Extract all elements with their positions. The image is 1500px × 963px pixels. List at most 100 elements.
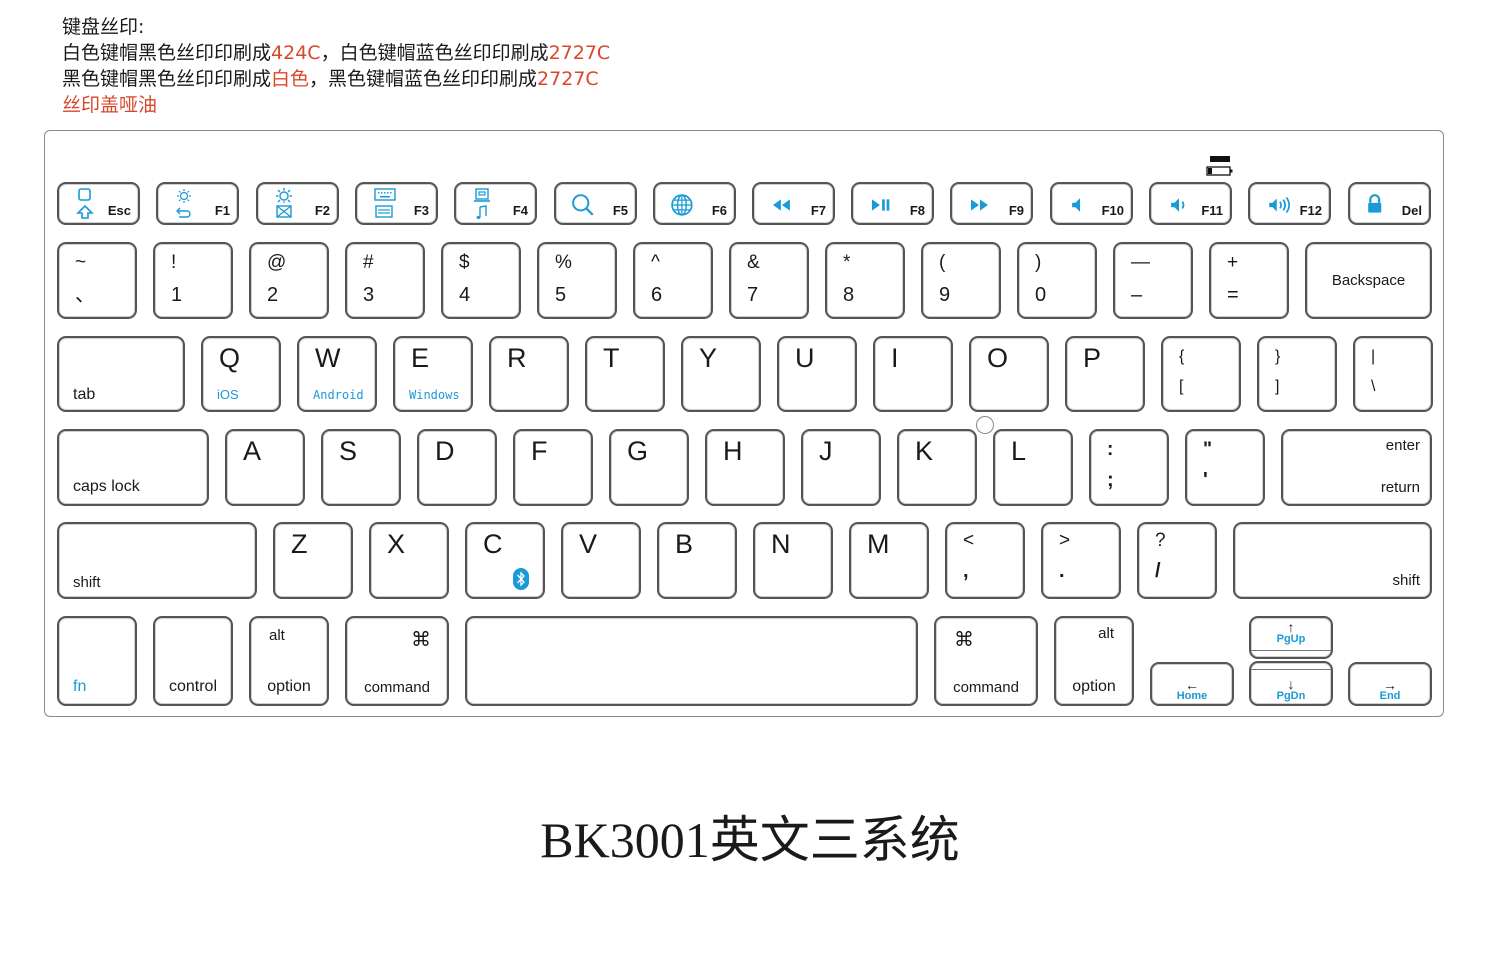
key-l[interactable]: L	[993, 429, 1073, 506]
key-f10[interactable]: F10	[1050, 182, 1133, 225]
key-shift-left[interactable]: shift	[57, 522, 257, 599]
key-f1[interactable]: F1	[156, 182, 239, 225]
key-main-label: 1	[171, 284, 183, 306]
key-main-label: 0	[1035, 284, 1047, 306]
key-num-9[interactable]: (9	[921, 242, 1001, 319]
key-space[interactable]	[465, 616, 918, 706]
key-option-left[interactable]: alt option	[249, 616, 329, 706]
key-num-7[interactable]: & 7	[729, 242, 809, 319]
key-num-11[interactable]: — –	[1113, 242, 1193, 319]
fast-forward-icon	[971, 199, 988, 211]
key-letter: Q	[219, 343, 241, 373]
key-f12[interactable]: F12	[1248, 182, 1331, 225]
key-d[interactable]: D	[417, 429, 497, 506]
key-m[interactable]: M	[849, 522, 929, 599]
key-page-down[interactable]: ↓ PgDn	[1249, 661, 1333, 706]
key-f2[interactable]: F2	[256, 182, 339, 225]
key-f7[interactable]: F7	[752, 182, 835, 225]
key-label: shift	[73, 574, 101, 591]
key-tab[interactable]: tab	[57, 336, 185, 412]
key-bracket-0[interactable]: {[	[1161, 336, 1241, 412]
key-f5[interactable]: F5	[554, 182, 637, 225]
volume-mute-icon	[1072, 198, 1080, 212]
key-w[interactable]: W Android	[297, 336, 377, 412]
key-f8[interactable]: F8	[851, 182, 934, 225]
key-label: F9	[1008, 203, 1024, 218]
key-label: alt	[269, 627, 285, 644]
key-q[interactable]: QiOS	[201, 336, 281, 412]
key-num-1[interactable]: ! 1	[153, 242, 233, 319]
key-command-left[interactable]: ⌘ command	[345, 616, 449, 706]
key-main-label: 2	[267, 284, 279, 306]
key-v[interactable]: V	[561, 522, 641, 599]
key-label: F4	[512, 203, 528, 218]
key-i[interactable]: I	[873, 336, 953, 412]
key-g[interactable]: G	[609, 429, 689, 506]
key-b[interactable]: B	[657, 522, 737, 599]
key-s[interactable]: S	[321, 429, 401, 506]
key-f3[interactable]: F3	[355, 182, 438, 225]
key-o[interactable]: O	[969, 336, 1049, 412]
key-f9[interactable]: F9	[950, 182, 1033, 225]
key-e[interactable]: E Windows	[393, 336, 473, 412]
key-y[interactable]: Y	[681, 336, 761, 412]
key-p[interactable]: P	[1065, 336, 1145, 412]
key-n[interactable]: N	[753, 522, 833, 599]
key-punct-b0[interactable]: <,	[945, 522, 1025, 599]
key-label: option	[267, 678, 311, 695]
key-letter: D	[435, 436, 455, 466]
key-option-right[interactable]: alt option	[1054, 616, 1134, 706]
key-num-2[interactable]: @2	[249, 242, 329, 319]
key-a[interactable]: A	[225, 429, 305, 506]
volume-down-icon	[1171, 198, 1185, 212]
key-fn[interactable]: fn	[57, 616, 137, 706]
key-control[interactable]: control	[153, 616, 233, 706]
key-label: Esc	[107, 203, 131, 218]
key-punct-b2[interactable]: ? /	[1137, 522, 1217, 599]
key-punct-b1[interactable]: >.	[1041, 522, 1121, 599]
key-num-6[interactable]: ^ 6	[633, 242, 713, 319]
key-num-5[interactable]: % 5	[537, 242, 617, 319]
key-h[interactable]: H	[705, 429, 785, 506]
key-letter: X	[387, 529, 406, 559]
key-u[interactable]: U	[777, 336, 857, 412]
key-main-label: .	[1059, 560, 1065, 582]
key-caps-lock[interactable]: caps lock	[57, 429, 209, 506]
key-home[interactable]: ← Home	[1150, 662, 1234, 706]
key-punct-1[interactable]: " '	[1185, 429, 1265, 506]
key-f6[interactable]: F6	[653, 182, 736, 225]
key-punct-0[interactable]: :;	[1089, 429, 1169, 506]
key-num-0[interactable]: ~、	[57, 242, 137, 319]
key-del[interactable]: Del	[1348, 182, 1431, 225]
key-k[interactable]: K	[897, 429, 977, 506]
key-num-4[interactable]: $4	[441, 242, 521, 319]
key-x[interactable]: X	[369, 522, 449, 599]
key-r[interactable]: R	[489, 336, 569, 412]
key-page-up[interactable]: ↑ PgUp	[1249, 616, 1333, 659]
key-enter[interactable]: enter return	[1281, 429, 1432, 506]
key-t[interactable]: T	[585, 336, 665, 412]
key-f4[interactable]: F4	[454, 182, 537, 225]
notes-line-white-keys: 白色键帽黑色丝印印刷成424C，白色键帽蓝色丝印印刷成2727C	[62, 42, 611, 64]
key-letter: E	[411, 343, 430, 373]
key-f[interactable]: F	[513, 429, 593, 506]
key-num-10[interactable]: ) 0	[1017, 242, 1097, 319]
key-main-label: ;	[1107, 469, 1114, 491]
key-j[interactable]: J	[801, 429, 881, 506]
key-shift-right[interactable]: shift	[1233, 522, 1432, 599]
key-num-8[interactable]: * 8	[825, 242, 905, 319]
key-num-3[interactable]: #3	[345, 242, 425, 319]
key-z[interactable]: Z	[273, 522, 353, 599]
key-esc[interactable]: Esc	[57, 182, 140, 225]
key-end[interactable]: → End	[1348, 662, 1432, 706]
key-num-12[interactable]: + =	[1209, 242, 1289, 319]
key-backspace[interactable]: Backspace	[1305, 242, 1432, 319]
key-f11[interactable]: F11	[1149, 182, 1232, 225]
key-bracket-1[interactable]: }]	[1257, 336, 1337, 412]
arrow-icon: ↓	[1287, 676, 1295, 692]
key-bracket-2[interactable]: | \	[1353, 336, 1433, 412]
key-c[interactable]: C	[465, 522, 545, 599]
key-main-label: 6	[651, 284, 663, 306]
key-command-right[interactable]: ⌘ command	[934, 616, 1038, 706]
key-label: alt	[1098, 625, 1114, 642]
